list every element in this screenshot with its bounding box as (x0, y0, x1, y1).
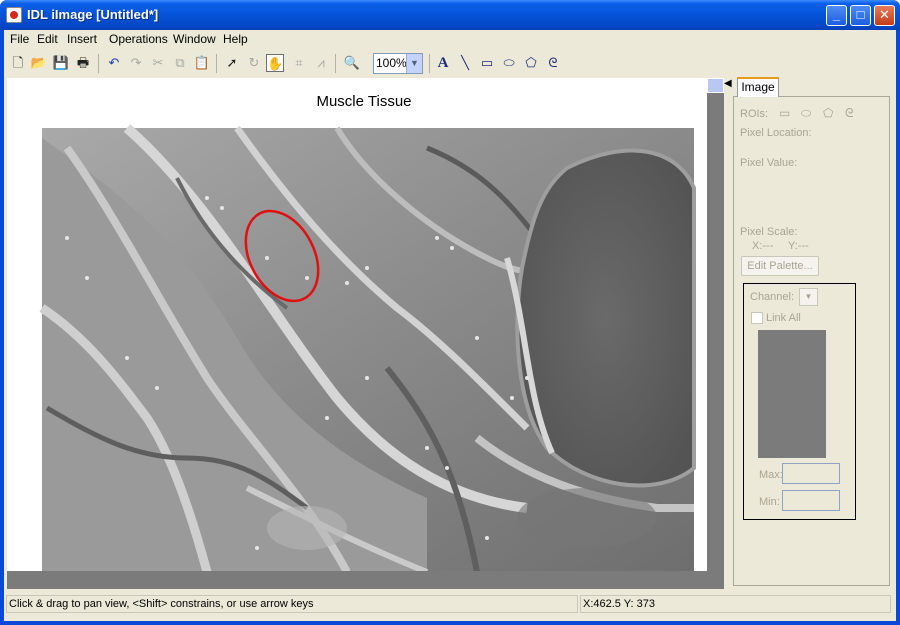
idl-app-icon (6, 7, 22, 23)
menu-operations[interactable]: Operations (109, 32, 168, 46)
close-button[interactable]: ✕ (874, 5, 895, 26)
menu-help[interactable]: Help (223, 32, 248, 46)
window-title: IDL iImage [Untitled*] (27, 7, 159, 22)
menu-insert[interactable]: Insert (67, 32, 97, 46)
channel-select[interactable]: ▼ (799, 288, 818, 306)
zoom-value: 100% (376, 56, 407, 70)
menu-file[interactable]: File (10, 32, 29, 46)
polygon-tool-icon[interactable]: ⬠ (522, 54, 540, 72)
menu-edit[interactable]: Edit (37, 32, 58, 46)
roi-polygon-icon: ⬠ (823, 106, 834, 120)
status-hint: Click & drag to pan view, <Shift> constr… (6, 595, 578, 613)
min-field[interactable] (782, 490, 840, 511)
toolbar: 🗋 📂 💾 🖶 ↶ ↷ ✂ ⧉ 📋 ➚ ↻ ✋ ⌗ ⩘ 🔍 100% ▼ A ╲ (4, 51, 896, 77)
application-window: IDL iImage [Untitled*] _ □ ✕ File Edit I… (0, 0, 900, 625)
zoom-select[interactable]: 100% ▼ (373, 53, 423, 74)
pixel-value-label: Pixel Value: (740, 157, 798, 169)
max-label: Max: (759, 469, 783, 481)
client-area: File Edit Insert Operations Window Help … (4, 30, 896, 621)
scroll-corner-box[interactable] (707, 78, 724, 93)
save-icon[interactable]: 💾 (52, 54, 70, 72)
undo-icon[interactable]: ↶ (105, 54, 123, 72)
rois-label: ROIs: (740, 108, 769, 120)
tab-image[interactable]: Image (737, 77, 779, 97)
line-tool-icon[interactable]: ╲ (456, 54, 474, 72)
histogram-display (758, 330, 826, 458)
link-all-label: Link All (766, 312, 801, 324)
title-bar[interactable]: IDL iImage [Untitled*] _ □ ✕ (0, 0, 900, 30)
muscle-tissue-image (39, 124, 696, 575)
new-file-icon[interactable]: 🗋 (9, 54, 27, 72)
rectangle-tool-icon[interactable]: ▭ (478, 54, 496, 72)
pixel-scale-y: Y:--- (788, 240, 809, 252)
open-folder-icon[interactable]: 📂 (30, 54, 48, 72)
cut-icon: ✂ (152, 55, 164, 70)
roi-freehand-icon: ᘓ (845, 106, 854, 120)
link-all-checkbox[interactable] (751, 312, 763, 324)
image-title: Muscle Tissue (316, 93, 411, 110)
vertical-scrollbar[interactable] (707, 78, 724, 589)
panel-collapse-icon[interactable]: ◀ (724, 78, 732, 89)
channel-label: Channel: (750, 291, 795, 303)
menu-window[interactable]: Window (173, 32, 216, 46)
edit-palette-button[interactable]: Edit Palette... (741, 256, 819, 276)
status-bar: Click & drag to pan view, <Shift> constr… (4, 594, 896, 614)
menu-bar: File Edit Insert Operations Window Help (4, 30, 896, 49)
redo-icon: ↷ (130, 55, 142, 70)
roi-ellipse-icon: ⬭ (801, 106, 812, 120)
status-coordinates: X:462.5 Y: 373 (580, 595, 891, 613)
copy-icon: ⧉ (175, 55, 185, 70)
roi-rectangle-icon: ▭ (779, 106, 791, 120)
text-tool-icon[interactable]: A (434, 54, 452, 72)
pixel-location-label: Pixel Location: (740, 127, 812, 139)
ellipse-tool-icon[interactable]: ⬭ (500, 54, 518, 72)
rotate-icon: ↻ (248, 55, 260, 70)
max-field[interactable] (782, 463, 840, 484)
chevron-down-icon[interactable]: ▼ (406, 54, 422, 73)
image-canvas[interactable]: Muscle Tissue (7, 78, 707, 589)
pixel-scale-x: X:--- (752, 240, 774, 252)
pixel-scale-label: Pixel Scale: (740, 226, 798, 238)
maximize-button[interactable]: □ (850, 5, 871, 26)
minimize-button[interactable]: _ (826, 5, 847, 26)
zoom-magnifier-icon[interactable]: 🔍 (343, 54, 361, 72)
freehand-tool-icon[interactable]: ᘓ (544, 54, 562, 72)
tissue-image-view[interactable]: Muscle Tissue (7, 78, 707, 589)
paste-icon: 📋 (193, 55, 211, 70)
min-label: Min: (759, 496, 780, 508)
select-arrow-icon[interactable]: ➚ (223, 54, 241, 72)
crop-icon: ⌗ (295, 55, 303, 70)
pan-hand-icon[interactable]: ✋ (266, 54, 284, 72)
line-profile-icon: ⩘ (317, 55, 325, 70)
print-icon[interactable]: 🖶 (74, 54, 92, 72)
horizontal-scrollbar[interactable] (7, 571, 707, 589)
